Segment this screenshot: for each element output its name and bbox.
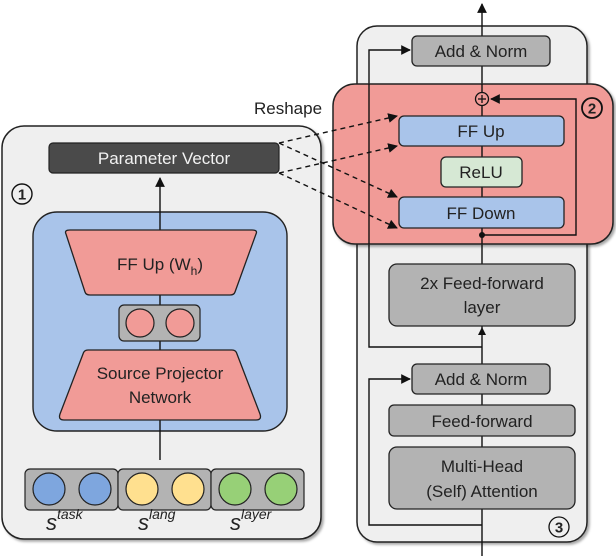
multi-head-attention-block: Multi-Head (Self) Attention [388, 446, 576, 510]
mha-line2: (Self) Attention [426, 482, 538, 501]
feed-forward-2x-block: 2x Feed-forward layer [388, 263, 576, 327]
diagram: Add & Norm FF Up ReLU FF Down 2 2x Feed-… [1, 3, 614, 556]
add-norm-bottom-label: Add & Norm [435, 370, 528, 389]
add-norm-bottom-block: Add & Norm [411, 363, 551, 395]
lang-dot-1 [125, 472, 159, 506]
source-projector-line2: Network [129, 388, 192, 407]
adapter-ff-down-label: FF Down [447, 204, 516, 223]
parameter-vector-block: Parameter Vector [48, 142, 280, 174]
relu-label: ReLU [459, 163, 502, 182]
source-projector-block: Source Projector Network [58, 349, 262, 421]
mha-line1: Multi-Head [441, 457, 523, 476]
reshape-label: Reshape [254, 99, 322, 118]
ff-up-wh-block: FF Up (Wh) [64, 229, 258, 296]
ffn-line2: layer [464, 298, 501, 317]
add-norm-top-block: Add & Norm [411, 35, 551, 67]
hidden-unit-2 [165, 308, 195, 338]
svg-text:1: 1 [18, 187, 26, 204]
layer-dot-1 [218, 472, 252, 506]
feed-forward-block: Feed-forward [388, 404, 576, 437]
relu-block: ReLU [440, 156, 523, 188]
feed-forward-label: Feed-forward [431, 412, 532, 431]
hidden-units-box [118, 304, 201, 342]
svg-text:2: 2 [588, 101, 596, 118]
task-dot-2 [78, 472, 112, 506]
layer-dot-2 [264, 472, 298, 506]
add-norm-top-label: Add & Norm [435, 42, 528, 61]
sum-node [474, 91, 490, 107]
parameter-vector-label: Parameter Vector [98, 149, 231, 168]
source-projector-line1: Source Projector [97, 364, 224, 383]
lang-dot-2 [171, 472, 205, 506]
skip-junction-dot [479, 232, 485, 238]
task-dot-1 [32, 472, 66, 506]
adapter-ff-down-block: FF Down [398, 196, 565, 229]
hidden-unit-1 [125, 308, 155, 338]
ffn-line1: 2x Feed-forward [420, 274, 544, 293]
adapter-ff-up-label: FF Up [457, 122, 504, 141]
svg-text:3: 3 [555, 520, 563, 537]
adapter-ff-up-block: FF Up [398, 115, 565, 147]
